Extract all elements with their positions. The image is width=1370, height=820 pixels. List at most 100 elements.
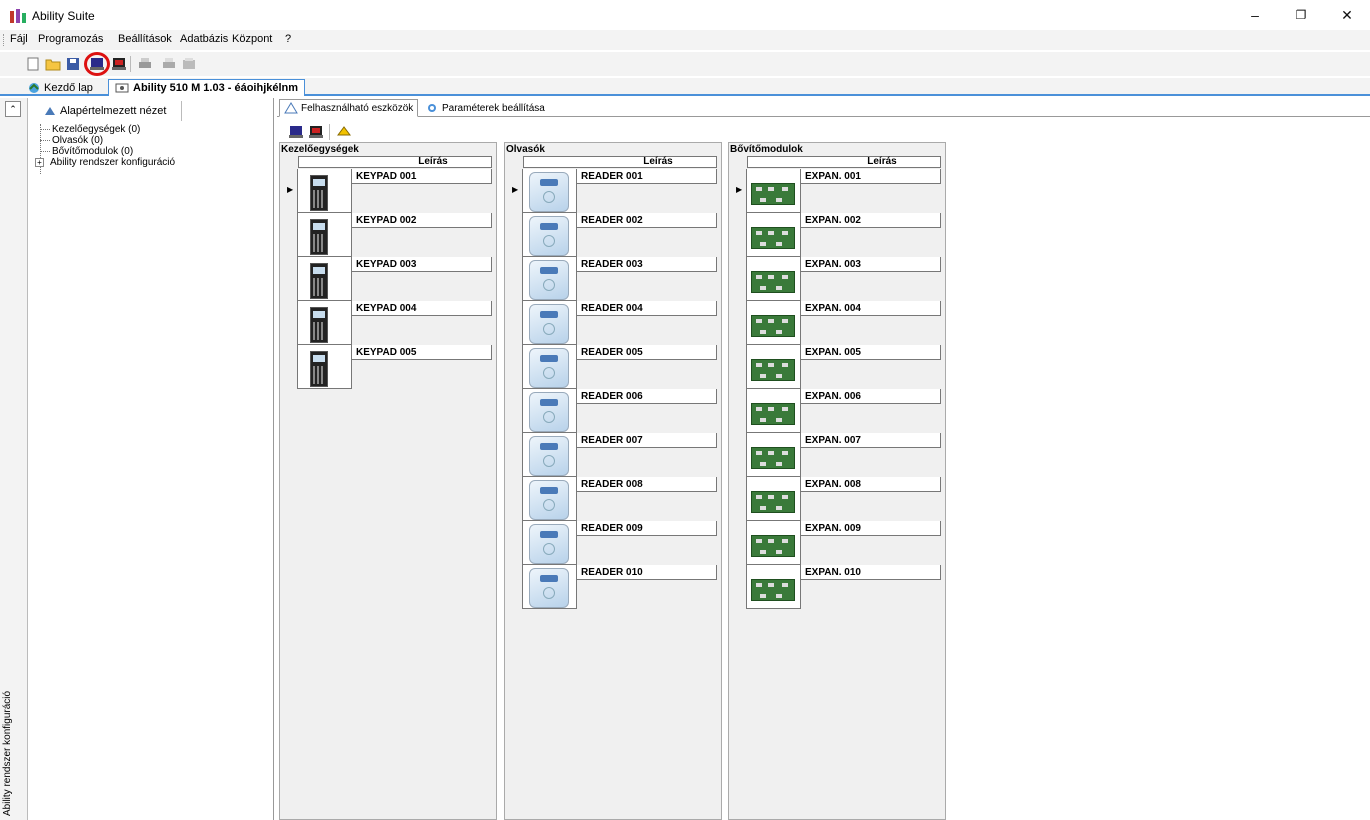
row-selector[interactable] bbox=[729, 345, 747, 389]
row-selector[interactable] bbox=[505, 521, 523, 565]
device-description[interactable]: KEYPAD 003 bbox=[352, 257, 492, 301]
menu-programming[interactable]: Programozás bbox=[38, 33, 103, 45]
tree-item-readers[interactable]: Olvasók (0) bbox=[34, 135, 175, 146]
row-selector[interactable] bbox=[280, 257, 298, 301]
device-description[interactable]: KEYPAD 001 bbox=[352, 169, 492, 213]
device-sub-cell[interactable] bbox=[577, 447, 717, 477]
device-sub-cell[interactable] bbox=[801, 315, 941, 345]
row-selector[interactable] bbox=[729, 301, 747, 345]
row-selector[interactable] bbox=[505, 257, 523, 301]
new-button[interactable] bbox=[24, 55, 42, 73]
device-description[interactable]: EXPAN. 001 bbox=[801, 169, 941, 213]
menu-settings[interactable]: Beállítások bbox=[118, 33, 172, 45]
device-description[interactable]: EXPAN. 003 bbox=[801, 257, 941, 301]
device-description[interactable]: READER 007 bbox=[577, 433, 717, 477]
device-description[interactable]: READER 010 bbox=[577, 565, 717, 609]
device-description[interactable]: EXPAN. 005 bbox=[801, 345, 941, 389]
row-selector[interactable] bbox=[729, 213, 747, 257]
save-button[interactable] bbox=[64, 55, 82, 73]
device-sub-cell[interactable] bbox=[352, 359, 492, 389]
device-sub-cell[interactable] bbox=[577, 315, 717, 345]
row-selector[interactable]: ▶ bbox=[729, 169, 747, 213]
device-description[interactable]: READER 002 bbox=[577, 213, 717, 257]
keypads-column-header[interactable]: Leírás bbox=[298, 156, 492, 168]
tab-parameters[interactable]: Paraméterek beállítása bbox=[421, 99, 549, 117]
row-selector[interactable]: ▶ bbox=[280, 169, 298, 213]
expanders-column-header[interactable]: Leírás bbox=[747, 156, 941, 168]
device-sub-cell[interactable] bbox=[352, 315, 492, 345]
menu-help[interactable]: ? bbox=[285, 33, 291, 45]
device-sub-cell[interactable] bbox=[801, 447, 941, 477]
device-description[interactable]: READER 009 bbox=[577, 521, 717, 565]
device-sub-cell[interactable] bbox=[577, 579, 717, 609]
sub-read-button[interactable] bbox=[287, 123, 305, 141]
sub-properties-button[interactable] bbox=[335, 123, 353, 141]
tree-item-keypads[interactable]: Kezelőegységek (0) bbox=[34, 124, 175, 135]
row-selector[interactable] bbox=[505, 433, 523, 477]
device-description[interactable]: READER 001 bbox=[577, 169, 717, 213]
device-description[interactable]: READER 003 bbox=[577, 257, 717, 301]
device-sub-cell[interactable] bbox=[577, 359, 717, 389]
device-description[interactable]: EXPAN. 007 bbox=[801, 433, 941, 477]
device-sub-cell[interactable] bbox=[801, 271, 941, 301]
row-selector[interactable] bbox=[729, 521, 747, 565]
device-description[interactable]: KEYPAD 005 bbox=[352, 345, 492, 389]
device-sub-cell[interactable] bbox=[577, 403, 717, 433]
device-description[interactable]: EXPAN. 004 bbox=[801, 301, 941, 345]
row-selector[interactable] bbox=[729, 389, 747, 433]
expand-icon[interactable]: + bbox=[35, 158, 44, 167]
device-sub-cell[interactable] bbox=[801, 579, 941, 609]
tab-home[interactable]: Kezdő lap bbox=[22, 79, 99, 96]
device-description[interactable]: KEYPAD 004 bbox=[352, 301, 492, 345]
tab-available-devices[interactable]: Felhasználható eszközök bbox=[279, 99, 419, 117]
device-sub-cell[interactable] bbox=[801, 535, 941, 565]
row-selector[interactable] bbox=[729, 257, 747, 301]
menu-database[interactable]: Adatbázis bbox=[180, 33, 228, 45]
device-description[interactable]: EXPAN. 006 bbox=[801, 389, 941, 433]
menu-file[interactable]: Fájl bbox=[10, 33, 28, 45]
tree-item-system-config[interactable]: + Ability rendszer konfiguráció bbox=[34, 157, 175, 168]
device-sub-cell[interactable] bbox=[577, 535, 717, 565]
device-description[interactable]: KEYPAD 002 bbox=[352, 213, 492, 257]
device-sub-cell[interactable] bbox=[577, 227, 717, 257]
device-sub-cell[interactable] bbox=[577, 183, 717, 213]
device-sub-cell[interactable] bbox=[352, 271, 492, 301]
device-description[interactable]: EXPAN. 002 bbox=[801, 213, 941, 257]
device-description[interactable]: EXPAN. 009 bbox=[801, 521, 941, 565]
open-button[interactable] bbox=[44, 55, 62, 73]
row-selector[interactable] bbox=[729, 565, 747, 609]
device-sub-cell[interactable] bbox=[352, 227, 492, 257]
row-selector[interactable] bbox=[505, 301, 523, 345]
row-selector[interactable] bbox=[280, 345, 298, 389]
write-to-panel-button[interactable] bbox=[110, 55, 128, 73]
restore-button[interactable]: ❐ bbox=[1278, 0, 1324, 30]
row-selector[interactable]: ▶ bbox=[505, 169, 523, 213]
row-selector[interactable] bbox=[280, 301, 298, 345]
collapse-button[interactable]: ⌃ bbox=[5, 101, 21, 117]
menu-central[interactable]: Központ bbox=[232, 33, 272, 45]
tree-item-expanders[interactable]: Bővítőmodulok (0) bbox=[34, 146, 175, 157]
device-sub-cell[interactable] bbox=[801, 491, 941, 521]
device-sub-cell[interactable] bbox=[577, 491, 717, 521]
row-selector[interactable] bbox=[729, 477, 747, 521]
row-selector[interactable] bbox=[280, 213, 298, 257]
device-sub-cell[interactable] bbox=[801, 183, 941, 213]
row-selector[interactable] bbox=[505, 565, 523, 609]
export-button[interactable] bbox=[180, 55, 198, 73]
minimize-button[interactable]: – bbox=[1232, 0, 1278, 30]
readers-column-header[interactable]: Leírás bbox=[523, 156, 717, 168]
sub-write-button[interactable] bbox=[307, 123, 325, 141]
device-sub-cell[interactable] bbox=[801, 227, 941, 257]
device-description[interactable]: EXPAN. 008 bbox=[801, 477, 941, 521]
device-description[interactable]: READER 006 bbox=[577, 389, 717, 433]
tab-panel-config[interactable]: Ability 510 M 1.03 - éáoihjkélnm bbox=[108, 79, 306, 96]
row-selector[interactable] bbox=[505, 213, 523, 257]
row-selector[interactable] bbox=[505, 477, 523, 521]
device-sub-cell[interactable] bbox=[801, 359, 941, 389]
row-selector[interactable] bbox=[505, 345, 523, 389]
print-button[interactable] bbox=[136, 55, 154, 73]
row-selector[interactable] bbox=[505, 389, 523, 433]
device-description[interactable]: EXPAN. 010 bbox=[801, 565, 941, 609]
view-selector[interactable]: Alapértelmezett nézet bbox=[30, 101, 182, 121]
device-description[interactable]: READER 008 bbox=[577, 477, 717, 521]
